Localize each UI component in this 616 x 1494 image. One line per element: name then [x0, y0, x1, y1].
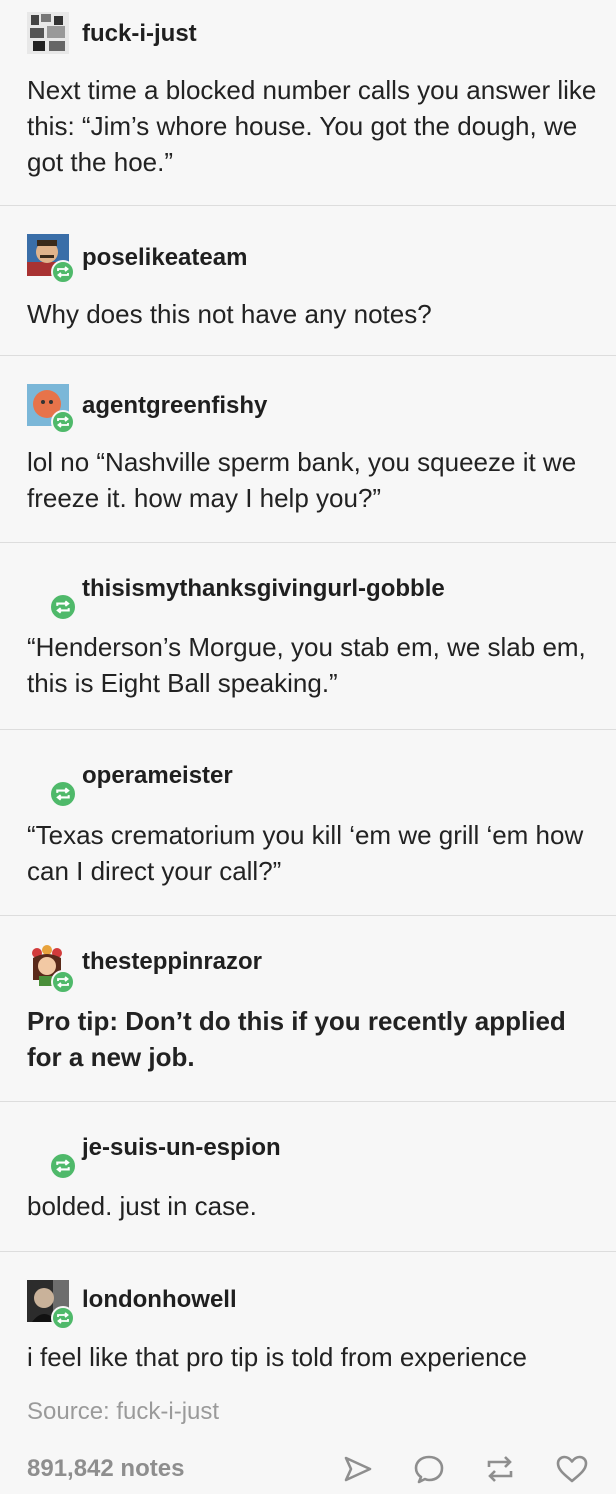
username[interactable]: agentgreenfishy: [82, 392, 267, 420]
reblog-icon: [51, 1306, 75, 1330]
post-text: Next time a blocked number calls you ans…: [27, 75, 597, 177]
post-thisismythanksgivingurl-gobble: thisismythanksgivingurl-gobble “Henderso…: [0, 543, 616, 730]
share-icon[interactable]: [338, 1449, 378, 1489]
post-londonhowell: londonhowell i feel like that pro tip is…: [0, 1252, 616, 1494]
post-text: bolded. just in case.: [27, 1191, 257, 1221]
username[interactable]: fuck-i-just: [82, 20, 197, 48]
reblog-icon: [49, 1152, 77, 1180]
source-link[interactable]: Source: fuck-i-just: [27, 1398, 219, 1426]
post-text: lol no “Nashville sperm bank, you squeez…: [27, 447, 577, 513]
reblog-icon: [51, 260, 75, 284]
username[interactable]: operameister: [82, 762, 233, 790]
username[interactable]: londonhowell: [82, 1286, 237, 1314]
reply-icon[interactable]: [409, 1449, 449, 1489]
post-text: “Texas crematorium you kill ‘em we grill…: [27, 820, 584, 886]
post-thesteppinrazor: thesteppinrazor Pro tip: Don’t do this i…: [0, 916, 616, 1102]
notes-count[interactable]: 891,842 notes: [27, 1455, 184, 1483]
reblog-icon: [49, 593, 77, 621]
post-text: i feel like that pro tip is told from ex…: [27, 1342, 528, 1372]
reblog-icon: [51, 410, 75, 434]
post-operameister: operameister “Texas crematorium you kill…: [0, 730, 616, 916]
username[interactable]: thisismythanksgivingurl-gobble: [82, 575, 445, 603]
post-fuck-i-just: fuck-i-just Next time a blocked number c…: [0, 0, 616, 206]
post-text: “Henderson’s Morgue, you stab em, we sla…: [27, 632, 586, 698]
post-text: Why does this not have any notes?: [27, 299, 432, 329]
reblog-icon: [51, 970, 75, 994]
username[interactable]: je-suis-un-espion: [82, 1134, 281, 1162]
post-text: Pro tip: Don’t do this if you recently a…: [27, 1006, 566, 1072]
heart-icon[interactable]: [552, 1449, 592, 1489]
post-agentgreenfishy: agentgreenfishy lol no “Nashville sperm …: [0, 356, 616, 543]
post-je-suis-un-espion: je-suis-un-espion bolded. just in case.: [0, 1102, 616, 1252]
username[interactable]: thesteppinrazor: [82, 948, 262, 976]
reblog-icon: [49, 780, 77, 808]
reblog-icon[interactable]: [480, 1449, 520, 1489]
avatar[interactable]: [27, 12, 69, 54]
post-poselikeateam: poselikeateam Why does this not have any…: [0, 206, 616, 356]
username[interactable]: poselikeateam: [82, 244, 247, 272]
